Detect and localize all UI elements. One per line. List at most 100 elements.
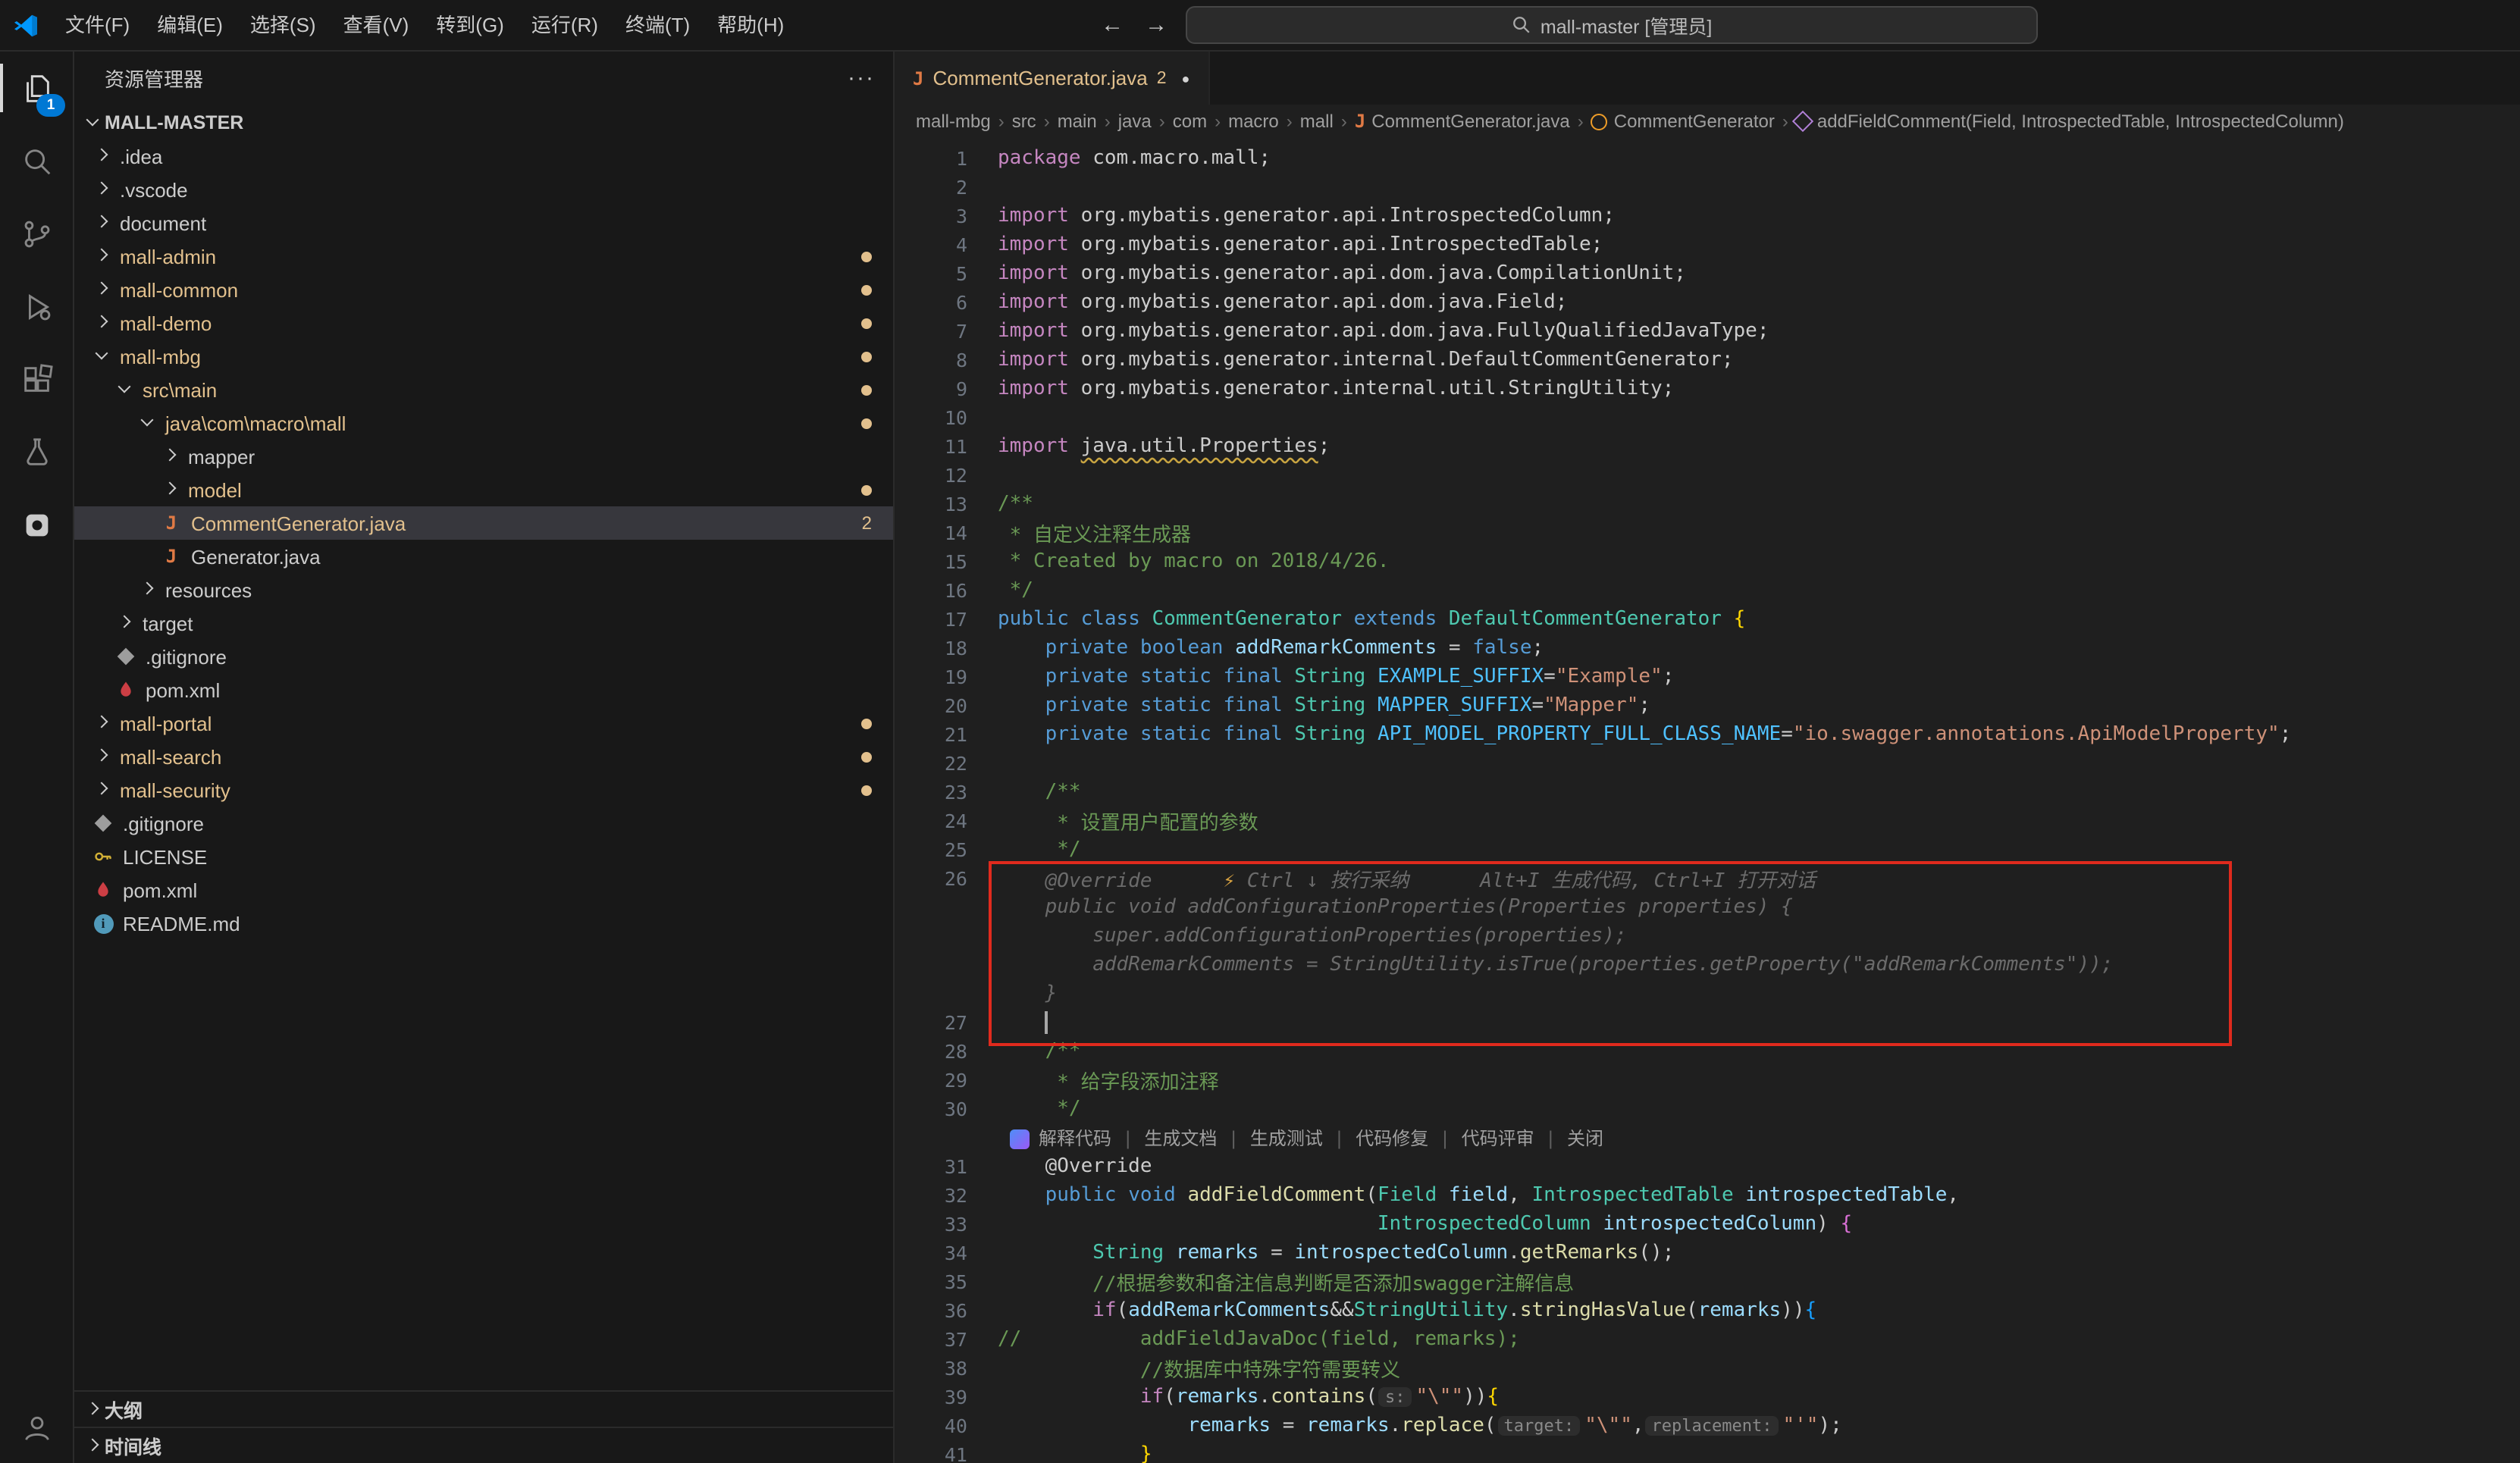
line-number: 16 — [895, 579, 967, 602]
section-outline[interactable]: 大纲 — [74, 1390, 893, 1427]
explorer-icon[interactable]: 1 — [0, 52, 73, 124]
tree-item-label: mall-security — [120, 778, 230, 801]
search-icon[interactable] — [0, 124, 73, 197]
tree-item-label: .idea — [120, 145, 162, 168]
breadcrumb-item[interactable]: com — [1173, 111, 1207, 132]
code-line: 14 * 自定义注释生成器 — [895, 518, 2520, 547]
line-number: 15 — [895, 550, 967, 573]
breadcrumb-item[interactable]: macro — [1228, 111, 1279, 132]
tree-item-label: src\main — [143, 378, 217, 401]
breadcrumb-item[interactable]: mall-mbg — [916, 111, 991, 132]
tree-item-resources[interactable]: resources — [74, 573, 893, 606]
code-line: 30 */ — [895, 1095, 2520, 1123]
tree-item-Generator.java[interactable]: J Generator.java — [74, 540, 893, 573]
tree-item-label: .gitignore — [146, 645, 227, 668]
tree-item-document[interactable]: document — [74, 206, 893, 240]
breadcrumb-label: mall — [1300, 111, 1334, 132]
tree-item-mall-common[interactable]: mall-common — [74, 273, 893, 306]
tree-item-README.md[interactable]: iREADME.md — [74, 907, 893, 940]
menu-文件(F)[interactable]: 文件(F) — [52, 0, 143, 50]
history-forward-icon[interactable]: → — [1142, 12, 1171, 38]
tree-item-label: java\com\macro\mall — [165, 412, 346, 434]
code-line: 17public class CommentGenerator extends … — [895, 605, 2520, 634]
breadcrumb-label: mall-mbg — [916, 111, 991, 132]
tree-item-mall-search[interactable]: mall-search — [74, 740, 893, 773]
menu-查看(V)[interactable]: 查看(V) — [330, 0, 423, 50]
breadcrumb-item[interactable]: CommentGenerator — [1591, 111, 1775, 132]
breadcrumb-item[interactable]: addFieldComment(Field, IntrospectedTable… — [1796, 111, 2344, 132]
ai-action-解释代码[interactable]: 解释代码 — [1039, 1128, 1111, 1149]
code-line: 25 */ — [895, 835, 2520, 864]
ai-action-代码评审[interactable]: 代码评审 — [1462, 1128, 1534, 1149]
ai-assistant-icon[interactable] — [0, 488, 73, 561]
menu-bar: 文件(F)编辑(E)选择(S)查看(V)转到(G)运行(R)终端(T)帮助(H) — [52, 0, 798, 50]
extensions-icon[interactable] — [0, 343, 73, 415]
tree-item-mall-demo[interactable]: mall-demo — [74, 306, 893, 340]
tree-item-pom.xml[interactable]: pom.xml — [74, 873, 893, 907]
line-number: 33 — [895, 1213, 967, 1236]
tree-item-label: resources — [165, 578, 252, 601]
ai-action-生成文档[interactable]: 生成文档 — [1144, 1128, 1217, 1149]
tree-item-mall-security[interactable]: mall-security — [74, 773, 893, 807]
breadcrumb-item[interactable]: src — [1012, 111, 1036, 132]
line-number: 1 — [895, 147, 967, 170]
code-line: 31 @Override — [895, 1152, 2520, 1181]
menu-选择(S)[interactable]: 选择(S) — [237, 0, 330, 50]
java-file-icon: J — [158, 544, 185, 569]
menu-转到(G)[interactable]: 转到(G) — [422, 0, 518, 50]
tab-commentgenerator-java[interactable]: J CommentGenerator.java 2 ● — [895, 52, 1209, 105]
tree-item-label: .gitignore — [123, 812, 204, 835]
ai-action-代码修复[interactable]: 代码修复 — [1356, 1128, 1428, 1149]
code-line: 3import org.mybatis.generator.api.Intros… — [895, 202, 2520, 230]
line-number: 19 — [895, 666, 967, 688]
ai-action-separator: | — [1428, 1128, 1461, 1149]
tree-item-pom.xml[interactable]: pom.xml — [74, 673, 893, 706]
run-debug-icon[interactable] — [0, 270, 73, 343]
breadcrumb-item[interactable]: main — [1058, 111, 1097, 132]
tree-item-label: Generator.java — [191, 545, 321, 568]
line-number: 41 — [895, 1443, 967, 1463]
testing-icon[interactable] — [0, 415, 73, 488]
more-actions-icon[interactable]: ··· — [848, 65, 875, 91]
tree-item-mall-admin[interactable]: mall-admin — [74, 240, 893, 273]
modified-dot-icon — [861, 751, 872, 762]
java-file-icon: J — [913, 67, 923, 89]
account-icon[interactable] — [0, 1390, 73, 1463]
ai-action-关闭[interactable]: 关闭 — [1567, 1128, 1603, 1149]
breadcrumb-label: macro — [1228, 111, 1279, 132]
history-back-icon[interactable]: ← — [1098, 12, 1127, 38]
chevron-right-icon — [89, 144, 114, 168]
tree-item-src\main[interactable]: src\main — [74, 373, 893, 406]
command-center-search[interactable]: mall-master [管理员] — [1186, 6, 2038, 44]
tree-item-label: target — [143, 612, 193, 634]
tree-item-java\com\macro\mall[interactable]: java\com\macro\mall — [74, 406, 893, 440]
ai-action-生成测试[interactable]: 生成测试 — [1250, 1128, 1323, 1149]
source-control-icon[interactable] — [0, 197, 73, 270]
tree-item-mapper[interactable]: mapper — [74, 440, 893, 473]
tree-item-target[interactable]: target — [74, 606, 893, 640]
tree-item-mall-portal[interactable]: mall-portal — [74, 706, 893, 740]
breadcrumb-item[interactable]: java — [1118, 111, 1152, 132]
tree-item-.gitignore[interactable]: .gitignore — [74, 640, 893, 673]
tree-item-LICENSE[interactable]: LICENSE — [74, 840, 893, 873]
menu-编辑(E)[interactable]: 编辑(E) — [143, 0, 237, 50]
line-number: 4 — [895, 233, 967, 256]
unsaved-dot-icon[interactable]: ● — [1182, 70, 1190, 86]
code-editor[interactable]: 1package com.macro.mall;23import org.myb… — [895, 138, 2520, 1463]
tree-root-mall-master[interactable]: MALL-MASTER — [74, 105, 893, 139]
tree-item-.idea[interactable]: .idea — [74, 139, 893, 173]
tree-item-.gitignore[interactable]: .gitignore — [74, 807, 893, 840]
line-number: 10 — [895, 406, 967, 429]
section-timeline[interactable]: 时间线 — [74, 1427, 893, 1463]
line-number: 37 — [895, 1328, 967, 1351]
tree-item-model[interactable]: model — [74, 473, 893, 506]
menu-终端(T)[interactable]: 终端(T) — [612, 0, 704, 50]
menu-帮助(H)[interactable]: 帮助(H) — [704, 0, 798, 50]
tree-item-.vscode[interactable]: .vscode — [74, 173, 893, 206]
breadcrumb-item[interactable]: JCommentGenerator.java — [1355, 111, 1570, 132]
tree-item-label: CommentGenerator.java — [191, 512, 406, 534]
breadcrumb-item[interactable]: mall — [1300, 111, 1334, 132]
tree-item-mall-mbg[interactable]: mall-mbg — [74, 340, 893, 373]
menu-运行(R)[interactable]: 运行(R) — [518, 0, 612, 50]
tree-item-CommentGenerator.java[interactable]: JCommentGenerator.java2 — [74, 506, 893, 540]
